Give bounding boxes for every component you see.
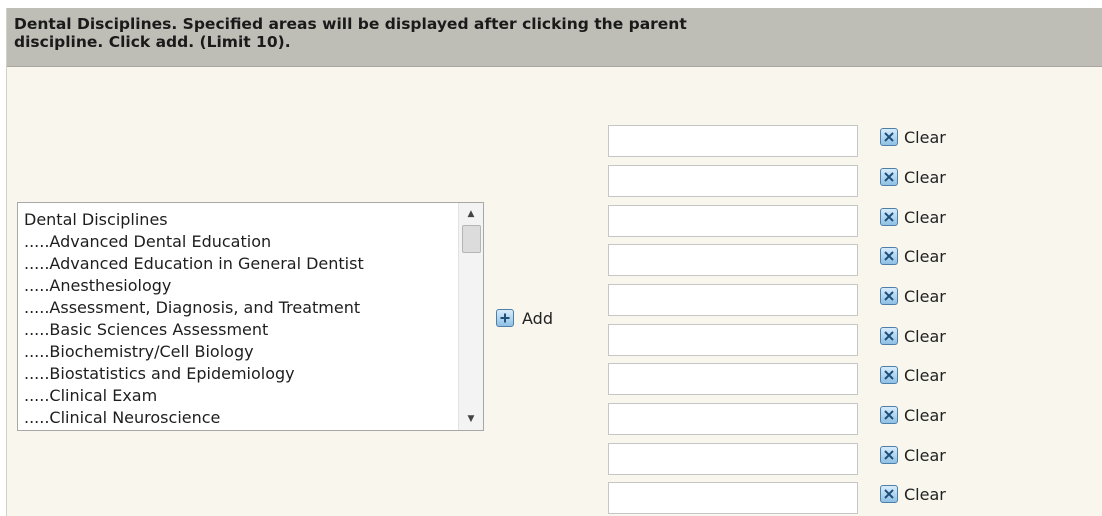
add-label: Add — [522, 308, 553, 328]
discipline-option[interactable]: .....Biochemistry/Cell Biology — [18, 341, 458, 363]
discipline-listbox[interactable]: Dental Disciplines .....Advanced Dental E… — [17, 202, 484, 431]
clear-label: Clear — [904, 207, 946, 227]
clear-label: Clear — [904, 405, 946, 425]
discipline-option[interactable]: .....Biostatistics and Epidemiology — [18, 363, 458, 385]
instructions-header: Dental Disciplines. Specified areas will… — [7, 8, 1102, 67]
clear-button[interactable]: Clear — [880, 404, 946, 426]
add-button[interactable]: Add — [496, 306, 553, 330]
instructions-text: Dental Disciplines. Specified areas will… — [14, 15, 687, 51]
selected-discipline-row: Clear — [608, 403, 1008, 435]
selected-discipline-row: Clear — [608, 363, 1008, 395]
selected-discipline-field[interactable] — [608, 403, 858, 435]
clear-label: Clear — [904, 326, 946, 346]
clear-button[interactable]: Clear — [880, 285, 946, 307]
selected-discipline-field[interactable] — [608, 443, 858, 475]
selected-discipline-row: Clear — [608, 284, 1008, 316]
clear-label: Clear — [904, 167, 946, 187]
selected-discipline-field[interactable] — [608, 125, 858, 157]
scroll-thumb[interactable] — [462, 225, 481, 253]
clear-button[interactable]: Clear — [880, 444, 946, 466]
selected-discipline-field[interactable] — [608, 324, 858, 356]
clear-label: Clear — [904, 445, 946, 465]
scroll-up-arrow-icon[interactable]: ▲ — [459, 205, 483, 223]
discipline-option[interactable]: .....Clinical Exam — [18, 385, 458, 407]
scroll-down-arrow-icon[interactable]: ▼ — [459, 410, 483, 428]
close-icon — [880, 446, 898, 464]
selected-discipline-field[interactable] — [608, 244, 858, 276]
selected-discipline-row: Clear — [608, 443, 1008, 475]
selected-discipline-field[interactable] — [608, 363, 858, 395]
clear-button[interactable]: Clear — [880, 245, 946, 267]
close-icon — [880, 247, 898, 265]
discipline-option[interactable]: .....Anesthesiology — [18, 275, 458, 297]
discipline-option[interactable]: .....Clinical Neuroscience — [18, 407, 458, 429]
clear-button[interactable]: Clear — [880, 364, 946, 386]
discipline-options: Dental Disciplines .....Advanced Dental E… — [18, 209, 458, 429]
close-icon — [880, 208, 898, 226]
selected-discipline-row: Clear — [608, 165, 1008, 197]
clear-button[interactable]: Clear — [880, 126, 946, 148]
clear-button[interactable]: Clear — [880, 483, 946, 505]
selected-discipline-row: Clear — [608, 125, 1008, 157]
close-icon — [880, 168, 898, 186]
discipline-option[interactable]: .....Assessment, Diagnosis, and Treatmen… — [18, 297, 458, 319]
clear-label: Clear — [904, 286, 946, 306]
discipline-option[interactable]: .....Advanced Dental Education — [18, 231, 458, 253]
close-icon — [880, 366, 898, 384]
selected-discipline-field[interactable] — [608, 284, 858, 316]
clear-button[interactable]: Clear — [880, 325, 946, 347]
plus-icon — [496, 309, 514, 327]
selected-discipline-field[interactable] — [608, 482, 858, 514]
close-icon — [880, 327, 898, 345]
clear-label: Clear — [904, 365, 946, 385]
selected-discipline-row: Clear — [608, 205, 1008, 237]
close-icon — [880, 287, 898, 305]
clear-label: Clear — [904, 127, 946, 147]
clear-label: Clear — [904, 246, 946, 266]
close-icon — [880, 406, 898, 424]
close-icon — [880, 485, 898, 503]
discipline-option[interactable]: .....Advanced Education in General Denti… — [18, 253, 458, 275]
clear-button[interactable]: Clear — [880, 206, 946, 228]
selected-discipline-row: Clear — [608, 482, 1008, 514]
listbox-scrollbar[interactable]: ▲ ▼ — [458, 203, 483, 430]
discipline-option[interactable]: Dental Disciplines — [18, 209, 458, 231]
clear-button[interactable]: Clear — [880, 166, 946, 188]
selected-discipline-field[interactable] — [608, 205, 858, 237]
selected-discipline-row: Clear — [608, 324, 1008, 356]
selected-discipline-row: Clear — [608, 244, 1008, 276]
close-icon — [880, 128, 898, 146]
clear-label: Clear — [904, 484, 946, 504]
discipline-option[interactable]: .....Basic Sciences Assessment — [18, 319, 458, 341]
selected-discipline-field[interactable] — [608, 165, 858, 197]
